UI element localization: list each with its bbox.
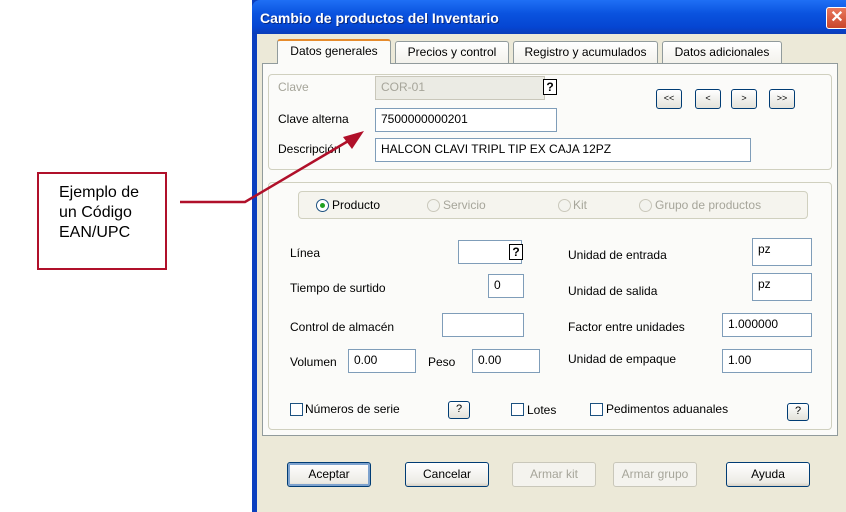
ayuda-button[interactable]: Ayuda (726, 462, 810, 487)
close-icon: ✕ (830, 9, 844, 26)
tab-datos-generales[interactable]: Datos generales (277, 39, 391, 64)
factor-unidades-input[interactable]: 1.000000 (722, 313, 812, 337)
peso-label: Peso (428, 355, 456, 369)
tab-datos-adicionales[interactable]: Datos adicionales (662, 41, 782, 63)
volumen-label: Volumen (290, 355, 337, 369)
pedimentos-checkbox[interactable] (590, 403, 603, 416)
cancelar-button[interactable]: Cancelar (405, 462, 489, 487)
prev-record-button[interactable]: < (695, 89, 721, 109)
clave-lookup-icon[interactable]: ? (543, 79, 557, 95)
armar-grupo-button: Armar grupo (613, 462, 697, 487)
control-almacen-label: Control de almacén (290, 320, 395, 334)
descripcion-input[interactable]: HALCON CLAVI TRIPL TIP EX CAJA 12PZ (375, 138, 751, 162)
clave-alterna-label: Clave alterna (278, 112, 349, 126)
pedimentos-help-icon[interactable]: ? (787, 403, 809, 421)
linea-lookup-icon[interactable]: ? (509, 244, 523, 260)
unidad-empaque-input[interactable]: 1.00 (722, 349, 812, 373)
unidad-entrada-input[interactable]: pz (752, 238, 812, 266)
volumen-input[interactable]: 0.00 (348, 349, 416, 373)
annotation-callout: Ejemplo de un Código EAN/UPC (37, 172, 167, 270)
control-almacen-input[interactable] (442, 313, 524, 337)
radio-servicio-label: Servicio (443, 198, 486, 212)
last-record-button[interactable]: >> (769, 89, 795, 109)
tab-registro-acumulados[interactable]: Registro y acumulados (513, 41, 658, 63)
lotes-label: Lotes (527, 403, 557, 417)
window-title: Cambio de productos del Inventario (260, 10, 499, 26)
unidad-empaque-label: Unidad de empaque (568, 352, 677, 366)
linea-label: Línea (290, 246, 321, 260)
first-record-button[interactable]: << (656, 89, 682, 109)
annotation-line-1: Ejemplo de (59, 184, 140, 201)
details-group (268, 182, 832, 430)
close-button[interactable]: ✕ (826, 7, 846, 29)
radio-grupo (639, 199, 652, 212)
clave-label: Clave (278, 80, 309, 94)
radio-grupo-label: Grupo de productos (655, 198, 762, 212)
annotation-line-3: EAN/UPC (59, 224, 131, 241)
radio-servicio (427, 199, 440, 212)
annotation-line-2: un Código (59, 204, 132, 221)
tiempo-surtido-input[interactable]: 0 (488, 274, 524, 298)
peso-input[interactable]: 0.00 (472, 349, 540, 373)
clave-alterna-input[interactable]: 7500000000201 (375, 108, 557, 132)
pedimentos-label: Pedimentos aduanales (606, 402, 729, 416)
tab-precios-control[interactable]: Precios y control (395, 41, 509, 63)
descripcion-label: Descripción (278, 142, 341, 156)
unidad-salida-label: Unidad de salida (568, 284, 658, 298)
clave-field: COR-01 (375, 76, 545, 100)
radio-kit (558, 199, 571, 212)
radio-producto[interactable] (316, 199, 329, 212)
radio-producto-label: Producto (332, 198, 381, 212)
next-record-button[interactable]: > (731, 89, 757, 109)
unidad-salida-input[interactable]: pz (752, 273, 812, 301)
armar-kit-button: Armar kit (512, 462, 596, 487)
lotes-checkbox[interactable] (511, 403, 524, 416)
aceptar-button[interactable]: Aceptar (287, 462, 371, 487)
radio-kit-label: Kit (573, 198, 588, 212)
numeros-serie-checkbox[interactable] (290, 403, 303, 416)
numeros-serie-label: Números de serie (305, 402, 400, 416)
tiempo-surtido-label: Tiempo de surtido (290, 281, 386, 295)
unidad-entrada-label: Unidad de entrada (568, 248, 667, 262)
numeros-serie-help-icon[interactable]: ? (448, 401, 470, 419)
factor-unidades-label: Factor entre unidades (568, 320, 685, 334)
